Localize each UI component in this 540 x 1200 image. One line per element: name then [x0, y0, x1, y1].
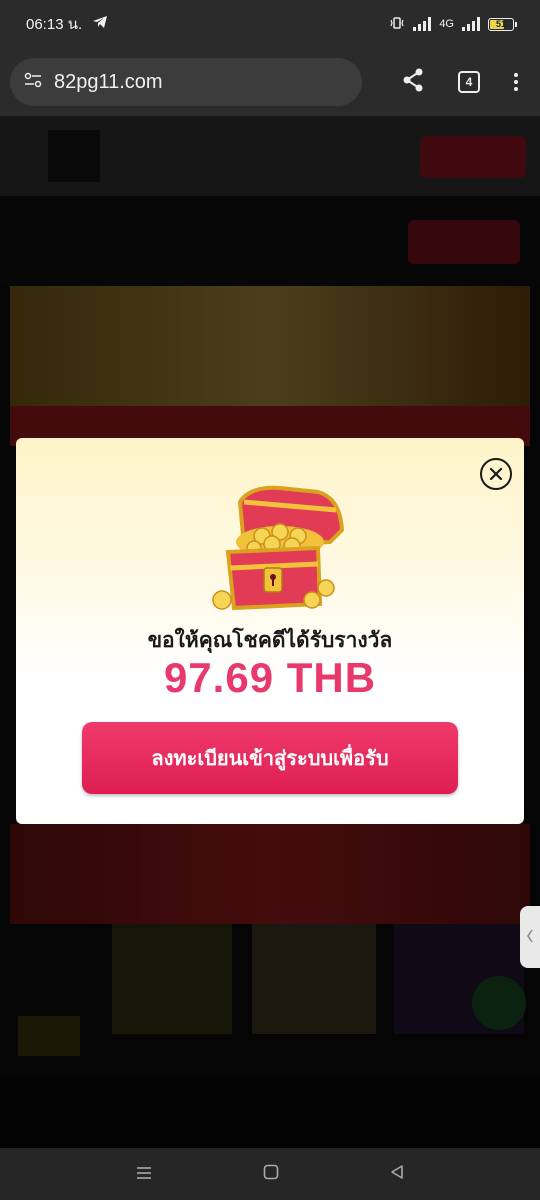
reward-modal: ขอให้คุณโชคดีได้รับรางวัล 97.69 THB ลงทะ…	[16, 438, 524, 824]
share-icon[interactable]	[402, 68, 424, 97]
treasure-chest-icon	[212, 485, 345, 611]
battery-icon: 51	[488, 17, 517, 31]
vibrate-icon	[389, 16, 405, 33]
system-nav-bar	[0, 1148, 540, 1200]
back-icon[interactable]	[390, 1163, 404, 1186]
status-bar: 06:13 น. 4G 51	[0, 0, 540, 48]
signal-2-icon	[462, 17, 480, 31]
browser-toolbar: 82pg11.com 4	[0, 48, 540, 116]
battery-level: 51	[495, 19, 506, 29]
home-icon[interactable]	[263, 1163, 279, 1186]
reward-amount: 97.69 THB	[163, 654, 377, 701]
site-settings-icon[interactable]	[24, 71, 42, 94]
address-bar[interactable]: 82pg11.com	[10, 58, 362, 106]
signal-icon	[413, 17, 432, 31]
tab-switcher-button[interactable]: 4	[458, 71, 480, 93]
network-label: 4G	[439, 18, 454, 30]
register-login-button[interactable]: ลงทะเบียนเข้าสู่ระบบเพื่อรับ	[82, 722, 458, 794]
chevron-left-icon	[526, 929, 534, 946]
side-panel-handle[interactable]	[520, 906, 540, 968]
kebab-menu-icon[interactable]	[514, 73, 518, 91]
telegram-icon	[92, 15, 108, 33]
recent-apps-icon[interactable]	[136, 1163, 152, 1186]
url-text: 82pg11.com	[54, 70, 163, 93]
status-time: 06:13 น.	[26, 16, 83, 33]
reward-message: ขอให้คุณโชคดีได้รับรางวัล	[147, 629, 393, 652]
close-icon[interactable]	[480, 458, 512, 490]
